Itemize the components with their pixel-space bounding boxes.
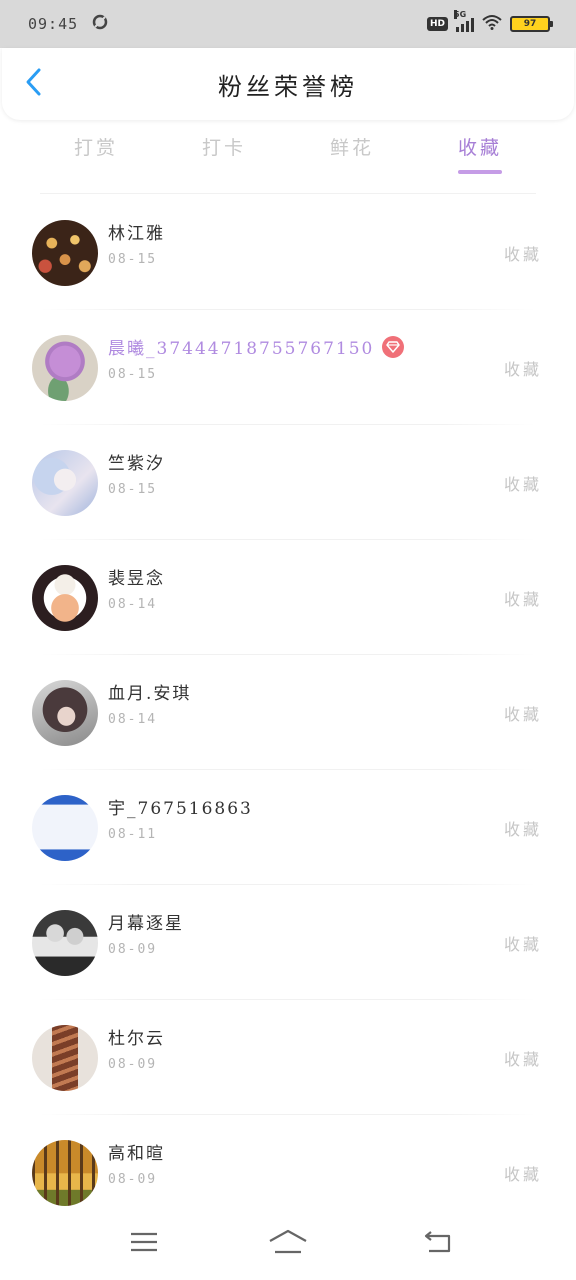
favorite-label: 收藏 [503,1164,542,1184]
sync-icon [92,14,108,34]
fan-list: 林江雅 08-15 收藏 晨曦_3744471875576715​0 08-15… [0,195,576,1230]
favorite-label: 收藏 [503,244,542,264]
fan-name: 林江雅 [108,224,165,244]
favorite-label: 收藏 [503,819,542,839]
fan-info: 杜尔云 08-09 [108,1024,165,1072]
status-left: 09:45 [28,14,108,34]
fan-date: 08-15 [108,252,158,267]
avatar [32,219,98,286]
home-button[interactable] [264,1224,312,1264]
tab-label: 打卡 [201,137,246,159]
tab-bar: 打赏 打卡 鲜花 收藏 [0,128,576,178]
back-arrow-icon [423,1230,453,1258]
fan-info: 竺紫汐 08-15 [108,449,165,497]
menu-icon [129,1231,159,1257]
avatar [32,794,98,861]
fan-name: 月幕逐星 [108,914,184,934]
fan-date: 08-09 [108,1172,158,1187]
page-title: 粉丝荣誉榜 [218,72,358,101]
list-item[interactable]: 裴昱念 08-14 收藏 [0,540,576,655]
tab-label: 收藏 [457,137,502,159]
fan-info: 血月.安琪 08-14 [108,679,191,727]
fan-date: 08-09 [108,942,158,957]
fan-name: 宇_767516863 [108,799,253,819]
favorite-label: 收藏 [503,474,542,494]
fan-name: 杜尔云 [108,1029,165,1049]
avatar [32,909,98,976]
fan-info: 裴昱念 08-14 [108,564,165,612]
list-item[interactable]: 晨曦_3744471875576715​0 08-15 收藏 [0,310,576,425]
tab-label: 打赏 [73,137,118,159]
favorite-label: 收藏 [503,934,542,954]
list-item[interactable]: 竺紫汐 08-15 收藏 [0,425,576,540]
list-item[interactable]: 林江雅 08-15 收藏 [0,195,576,310]
active-tab-indicator [458,170,502,174]
fan-info: 月幕逐星 08-09 [108,909,184,957]
favorite-label: 收藏 [503,589,542,609]
avatar [32,449,98,516]
tab-checkin[interactable]: 打卡 [174,128,274,168]
system-nav-bar [0,1210,576,1280]
tab-favorites[interactable]: 收藏 [430,128,530,174]
diamond-icon [382,335,405,358]
signal-icon: 5G [454,10,474,32]
tab-label: 鲜花 [329,137,374,159]
favorite-label: 收藏 [503,359,542,379]
list-item[interactable]: 杜尔云 08-09 收藏 [0,1000,576,1115]
tab-reward[interactable]: 打赏 [46,128,146,168]
fan-date: 08-14 [108,597,158,612]
back-nav-button[interactable] [414,1224,462,1264]
fan-date: 08-15 [108,482,158,497]
wifi-icon [482,14,502,34]
list-item[interactable]: 月幕逐星 08-09 收藏 [0,885,576,1000]
avatar [32,1024,98,1091]
fan-name: 高和暄 [108,1144,165,1164]
app-header: 粉丝荣誉榜 [2,48,574,120]
menu-button[interactable] [120,1224,168,1264]
network-type: 5G [454,10,467,19]
list-item[interactable]: 宇_767516863 08-11 收藏 [0,770,576,885]
favorite-label: 收藏 [503,1049,542,1069]
fan-info: 晨曦_3744471875576715​0 08-15 [108,334,405,382]
avatar [32,679,98,746]
battery-level: 97 [523,19,537,29]
hd-badge: HD [426,17,448,31]
chevron-left-icon [25,67,43,101]
avatar [32,1139,98,1206]
avatar [32,564,98,631]
status-bar: 09:45 HD 5G 97 [0,0,576,48]
status-time: 09:45 [28,15,79,33]
fan-info: 林江雅 08-15 [108,219,165,267]
favorite-label: 收藏 [503,704,542,724]
avatar [32,334,98,401]
list-item[interactable]: 血月.安琪 08-14 收藏 [0,655,576,770]
fan-name: 晨曦_3744471875576715​0 [108,339,375,359]
fan-date: 08-14 [108,712,158,727]
tab-flowers[interactable]: 鲜花 [302,128,402,168]
battery-icon: 97 [510,16,553,32]
fan-info: 高和暄 08-09 [108,1139,165,1187]
status-right: HD 5G 97 [426,10,553,34]
fan-date: 08-15 [108,367,158,382]
fan-info: 宇_767516863 08-11 [108,794,253,842]
fan-name: 竺紫汐 [108,454,165,474]
back-button[interactable] [18,68,50,100]
fan-name: 血月.安琪 [108,684,192,704]
home-icon [268,1229,308,1259]
fan-date: 08-09 [108,1057,158,1072]
divider [40,193,536,194]
fan-name: 裴昱念 [108,569,165,589]
fan-date: 08-11 [108,827,158,842]
